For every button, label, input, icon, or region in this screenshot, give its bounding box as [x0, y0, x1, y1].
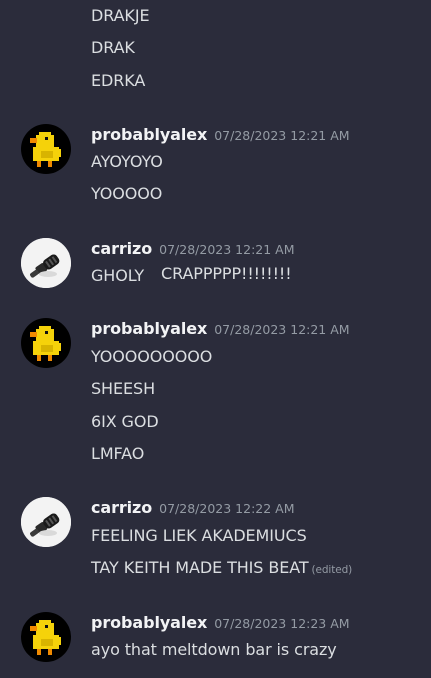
message-line: EDRKA — [91, 71, 146, 90]
message-line: YOOOOO — [91, 184, 163, 203]
author-name[interactable]: probablyalex — [91, 125, 207, 144]
message-timestamp[interactable]: 07/28/2023 12:21 AM — [214, 322, 349, 337]
message-header: carrizo 07/28/2023 12:21 AM — [91, 239, 295, 258]
message-header: probablyalex 07/28/2023 12:21 AM — [91, 319, 350, 338]
message-line: LMFAO — [91, 444, 145, 463]
message-timestamp[interactable]: 07/28/2023 12:23 AM — [214, 616, 349, 631]
microphone-avatar-icon[interactable] — [21, 238, 71, 288]
message-line: 6IX GOD — [91, 412, 159, 431]
message-timestamp[interactable]: 07/28/2023 12:21 AM — [159, 242, 294, 257]
author-name[interactable]: probablyalex — [91, 613, 207, 632]
message-line: YOOOOOOOOO — [91, 347, 213, 366]
message-timestamp[interactable]: 07/28/2023 12:21 AM — [214, 128, 349, 143]
message-line: FEELING LIEK AKADEMIUCS — [91, 526, 307, 545]
message-line: AYOYOYO — [91, 152, 163, 171]
message-line: DRAKJE — [91, 6, 150, 25]
message-line: DRAK — [91, 38, 135, 57]
microphone-avatar-icon[interactable] — [21, 497, 71, 547]
duck-avatar-icon[interactable] — [21, 612, 71, 662]
message-line: TAY KEITH MADE THIS BEAT (edited) — [91, 558, 352, 577]
author-name[interactable]: probablyalex — [91, 319, 207, 338]
message-header: probablyalex 07/28/2023 12:21 AM — [91, 125, 350, 144]
message-header: probablyalex 07/28/2023 12:23 AM — [91, 613, 350, 632]
author-name[interactable]: carrizo — [91, 498, 152, 517]
author-name[interactable]: carrizo — [91, 239, 152, 258]
message-text: TAY KEITH MADE THIS BEAT — [91, 558, 309, 577]
duck-avatar-icon[interactable] — [21, 124, 71, 174]
message-line: CRAPPPPP!!!!!!!! — [161, 264, 292, 283]
edited-label: (edited) — [311, 564, 353, 576]
message-header: carrizo 07/28/2023 12:22 AM — [91, 498, 295, 517]
chat-message-list: DRAKJE DRAK EDRKA probablyalex 07/28/2023… — [0, 0, 431, 678]
message-line: ayo that meltdown bar is crazy — [91, 640, 337, 659]
message-line: SHEESH — [91, 379, 155, 398]
message-timestamp[interactable]: 07/28/2023 12:22 AM — [159, 501, 294, 516]
message-line: GHOLY — [91, 266, 145, 285]
duck-avatar-icon[interactable] — [21, 318, 71, 368]
